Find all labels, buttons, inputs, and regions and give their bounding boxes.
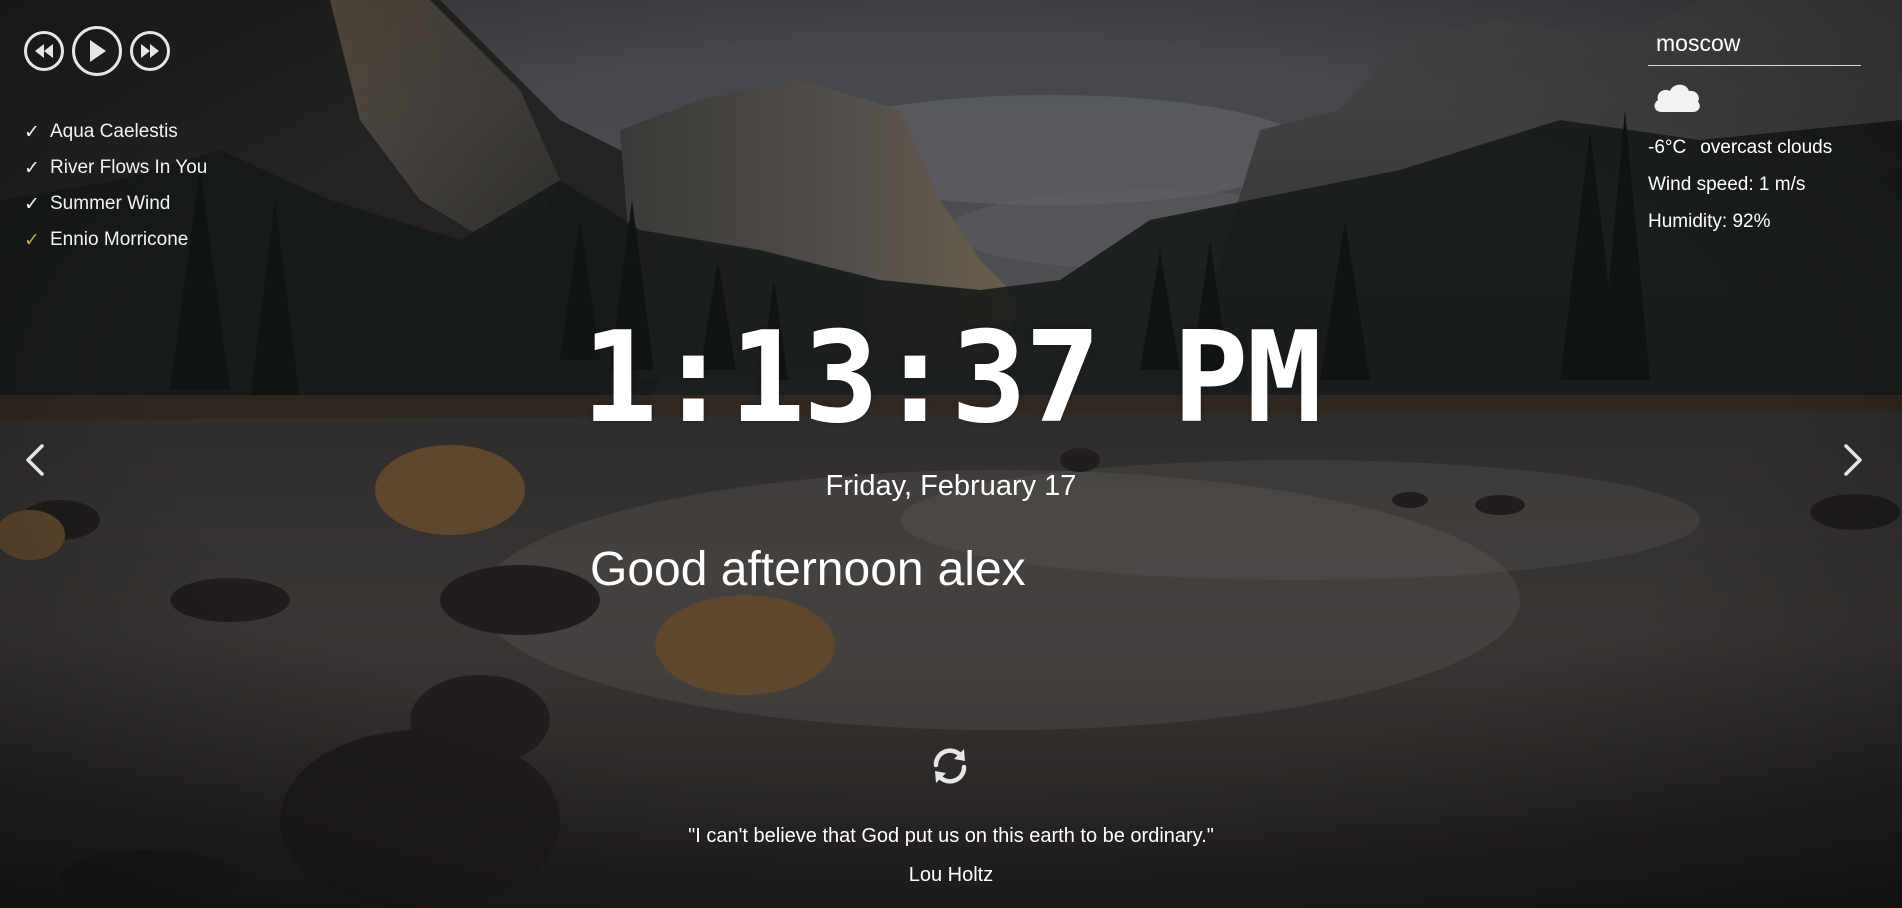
weather-description: overcast clouds: [1700, 137, 1833, 158]
clock-date: Friday, February 17: [825, 470, 1077, 502]
track-title: Ennio Morricone: [50, 229, 189, 250]
playlist-item[interactable]: ✓ River Flows In You: [24, 150, 207, 186]
weather-widget: -6°C overcast clouds Wind speed: 1 m/s Hu…: [1648, 26, 1861, 240]
play-button[interactable]: [72, 26, 122, 76]
chevron-right-icon[interactable]: [1838, 440, 1868, 480]
check-icon: ✓: [24, 157, 40, 179]
chevron-left-icon[interactable]: [20, 440, 50, 480]
track-title: River Flows In You: [50, 157, 208, 178]
greeting: Good afternoon alex: [590, 542, 1026, 597]
user-name[interactable]: alex: [938, 543, 1026, 596]
play-icon: [90, 40, 106, 62]
city-input[interactable]: [1648, 26, 1861, 66]
check-icon: ✓: [24, 229, 40, 251]
track-title: Summer Wind: [50, 193, 171, 214]
playlist-item[interactable]: ✓ Aqua Caelestis: [24, 114, 207, 150]
track-title: Aqua Caelestis: [50, 121, 178, 142]
cloud-icon: [1654, 84, 1700, 112]
humidity: Humidity: 92%: [1648, 211, 1771, 232]
refresh-icon[interactable]: [928, 744, 972, 788]
weather-summary: -6°C overcast clouds: [1648, 129, 1861, 166]
quote-author: Lou Holtz: [908, 864, 994, 886]
greeting-text: Good afternoon: [590, 543, 924, 596]
clock-time: 1:13:37 PM: [581, 304, 1323, 451]
quote-text: "I can't believe that God put us on this…: [688, 825, 1214, 847]
rewind-icon: [35, 44, 53, 58]
playlist: ✓ Aqua Caelestis ✓ River Flows In You ✓ …: [24, 114, 207, 258]
fast-forward-icon: [141, 44, 159, 58]
previous-track-button[interactable]: [24, 31, 64, 71]
check-icon: ✓: [24, 121, 40, 143]
playlist-item-active[interactable]: ✓ Ennio Morricone: [24, 222, 207, 258]
wind-speed: Wind speed: 1 m/s: [1648, 174, 1806, 195]
playlist-item[interactable]: ✓ Summer Wind: [24, 186, 207, 222]
music-player-controls: [24, 26, 170, 76]
temperature: -6°C: [1648, 137, 1687, 158]
next-track-button[interactable]: [130, 31, 170, 71]
check-icon: ✓: [24, 193, 40, 215]
